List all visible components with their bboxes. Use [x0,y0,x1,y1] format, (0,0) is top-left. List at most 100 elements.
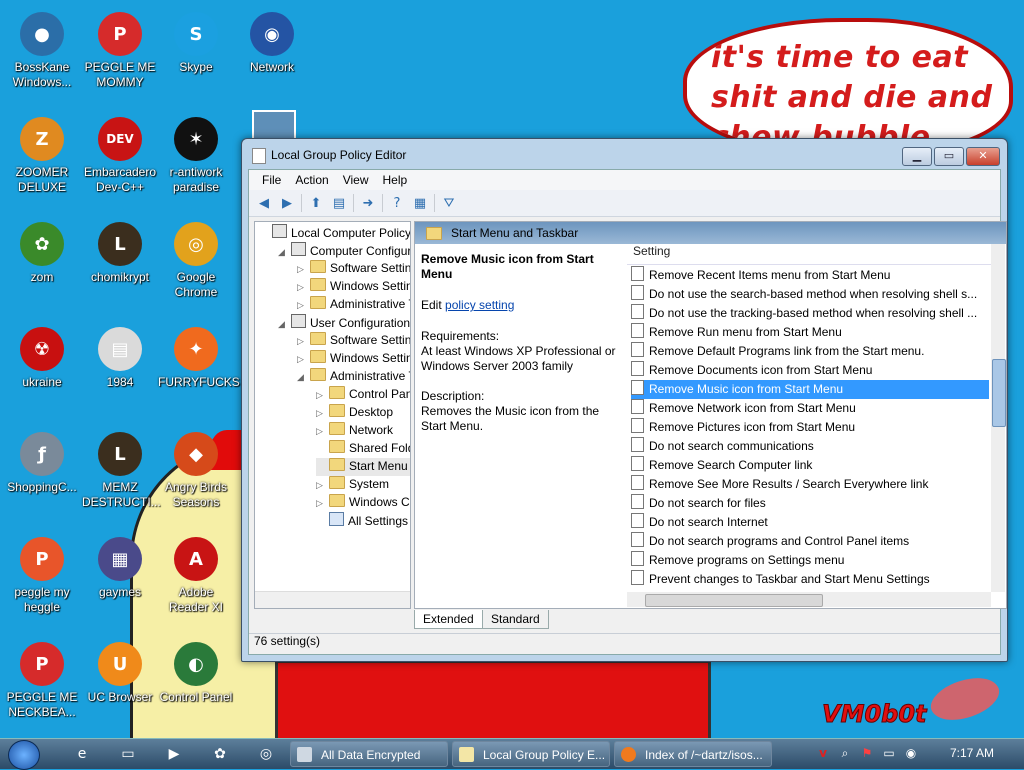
show-hide-tree-icon[interactable]: ▤ [330,194,348,212]
close-button[interactable]: ✕ [966,147,1000,166]
edit-policy-setting-link[interactable]: policy setting [445,298,514,312]
setting-row[interactable]: Remove Network icon from Start Menu [631,399,989,418]
tree-node[interactable]: ▷ Software Settings [297,260,410,278]
tree-expander-icon[interactable]: ▷ [316,426,326,437]
desktop-icon[interactable]: Ppeggle my heggle [4,537,80,615]
tray-v-icon[interactable]: v [815,745,831,761]
desktop-icon[interactable]: Z ZOOMER DELUXE [4,117,80,195]
desktop-icon[interactable]: ✶ r-antiwork paradise [158,117,234,195]
tree-node[interactable]: Shared Folder [316,440,410,458]
setting-row[interactable]: Remove Recent Items menu from Start Menu [631,266,989,285]
tree-expander-icon[interactable]: ◢ [297,372,307,383]
tree-node[interactable]: ▷ Windows Cor [316,494,410,512]
tree-expander-icon[interactable]: ▷ [297,264,307,275]
taskbar-button-gpedit[interactable]: Local Group Policy E... [452,741,610,767]
up-folder-icon[interactable]: ⬆ [307,194,325,212]
tree-node[interactable]: ▷ Windows Setting [297,350,410,368]
taskbar-button-encrypted[interactable]: All Data Encrypted [290,741,448,767]
tree-node[interactable]: ◢ Computer Configura [278,242,410,260]
desktop-icon[interactable]: ◆ Angry Birds Seasons [158,432,234,510]
tree-expander-icon[interactable]: ▷ [297,354,307,365]
setting-row[interactable]: Prevent changes to Taskbar and Start Men… [631,570,989,589]
setting-row[interactable]: Do not use the search-based method when … [631,285,989,304]
desktop-icon[interactable]: ƒ ShoppingC... [4,432,80,495]
setting-row[interactable]: Remove Pictures icon from Start Menu [631,418,989,437]
desktop-icon[interactable]: U UC Browser [82,642,158,705]
chrome-icon[interactable]: ◎ [256,744,276,764]
desktop-icon[interactable]: ▦ gaymes [82,537,158,600]
setting-row[interactable]: Remove See More Results / Search Everywh… [631,475,989,494]
menu-help[interactable]: Help [376,173,415,187]
desktop-icon[interactable]: ◉ Network [234,12,310,75]
filter-icon[interactable]: ⛛ [440,194,458,212]
tree-node[interactable]: ◢ Administrative Te [297,368,410,386]
desktop-icon[interactable]: L MEMZ DESTRUCTI... [82,432,161,510]
tree-node[interactable]: ◢ User Configuration [278,314,410,332]
settings-horizontal-scrollbar[interactable] [627,592,991,607]
scroll-thumb[interactable] [645,594,823,607]
tree-expander-icon[interactable]: ▷ [297,336,307,347]
setting-row[interactable]: Remove programs on Settings menu [631,551,989,570]
help-icon[interactable]: ? [388,194,406,212]
internet-explorer-icon[interactable]: e [72,744,92,764]
menu-file[interactable]: File [255,173,288,187]
minimize-button[interactable]: ▁ [902,147,932,166]
tree-expander-icon[interactable]: ▷ [316,390,326,401]
desktop-icon[interactable]: P PEGGLE ME NECKBEA... [4,642,80,720]
setting-row[interactable]: Do not use the tracking-based method whe… [631,304,989,323]
tree-expander-icon[interactable]: ◢ [278,319,288,330]
properties-icon[interactable]: ▦ [411,194,429,212]
taskbar-button-browser[interactable]: Index of /~dartz/isos... [614,741,772,767]
explorer-folder-icon[interactable]: ▭ [118,744,138,764]
tree-expander-icon[interactable]: ◢ [278,247,288,258]
tray-search-icon[interactable]: ⌕ [837,745,853,761]
desktop-icon[interactable]: A Adobe Reader XI [158,537,234,615]
maximize-button[interactable]: ▭ [934,147,964,166]
setting-row[interactable]: Remove Run menu from Start Menu [631,323,989,342]
tree-node[interactable]: ▷ Control Panel [316,386,410,404]
tree-node[interactable]: Local Computer Policy [259,224,410,242]
export-list-icon[interactable]: ➜ [359,194,377,212]
menu-action[interactable]: Action [288,173,335,187]
tray-flag-icon[interactable]: ⚑ [859,745,875,761]
setting-row[interactable]: Do not search programs and Control Panel… [631,532,989,551]
desktop-icon[interactable]: Lchomikrypt [82,222,158,285]
desktop-icon[interactable]: ☢ ukraine [4,327,80,390]
desktop-icon[interactable]: S Skype [158,12,234,75]
desktop-icon[interactable]: ▤ 1984 [82,327,158,390]
desktop-icon[interactable]: ✦ FURRYFUCKS [158,327,240,390]
setting-row[interactable]: Remove Documents icon from Start Menu [631,361,989,380]
tree-node[interactable]: Start Menu ar [316,458,410,476]
tree-node[interactable]: ▷ Desktop [316,404,393,422]
tree-expander-icon[interactable]: ▷ [316,480,326,491]
setting-row[interactable]: Remove Search Computer link [631,456,989,475]
tree-horizontal-scrollbar[interactable] [255,591,410,608]
tree-node[interactable]: ▷ Network [316,422,393,440]
tree-node[interactable]: ▷ System [316,476,389,494]
tree-node[interactable]: ▷ Administrative Te [297,296,410,314]
title-bar[interactable]: Local Group Policy Editor ▁ ▭ ✕ [242,139,1007,169]
start-button[interactable] [8,740,40,770]
desktop-icon[interactable]: ◎ Google Chrome [158,222,234,300]
desktop-icon[interactable]: ◐ Control Panel [158,642,234,705]
desktop-icon[interactable]: P PEGGLE ME MOMMY [82,12,158,90]
tab-extended[interactable]: Extended [414,610,483,629]
tree-expander-icon[interactable]: ▷ [316,408,326,419]
desktop-icon[interactable]: ✿ zom [4,222,80,285]
desktop-icon[interactable]: DEV Embarcadero Dev-C++ [82,117,158,195]
tray-network-icon[interactable]: ▭ [881,745,897,761]
setting-row[interactable]: Do not search for files [631,494,989,513]
tree-expander-icon[interactable]: ▷ [297,282,307,293]
media-player-icon[interactable]: ▶ [164,744,184,764]
forward-arrow-icon[interactable]: ▶ [278,194,296,212]
setting-row[interactable]: Do not search Internet [631,513,989,532]
tree-node[interactable]: ▷ Software Settings [297,332,410,350]
tab-standard[interactable]: Standard [482,610,549,629]
tree-expander-icon[interactable]: ▷ [297,300,307,311]
paint-icon[interactable]: ✿ [210,744,230,764]
menu-view[interactable]: View [336,173,376,187]
settings-vertical-scrollbar[interactable] [991,244,1006,592]
desktop-icon[interactable]: ● BossKane Windows... [4,12,80,90]
setting-row[interactable]: Remove Music icon from Start Menu [631,380,989,399]
tray-volume-icon[interactable]: ◉ [903,745,919,761]
